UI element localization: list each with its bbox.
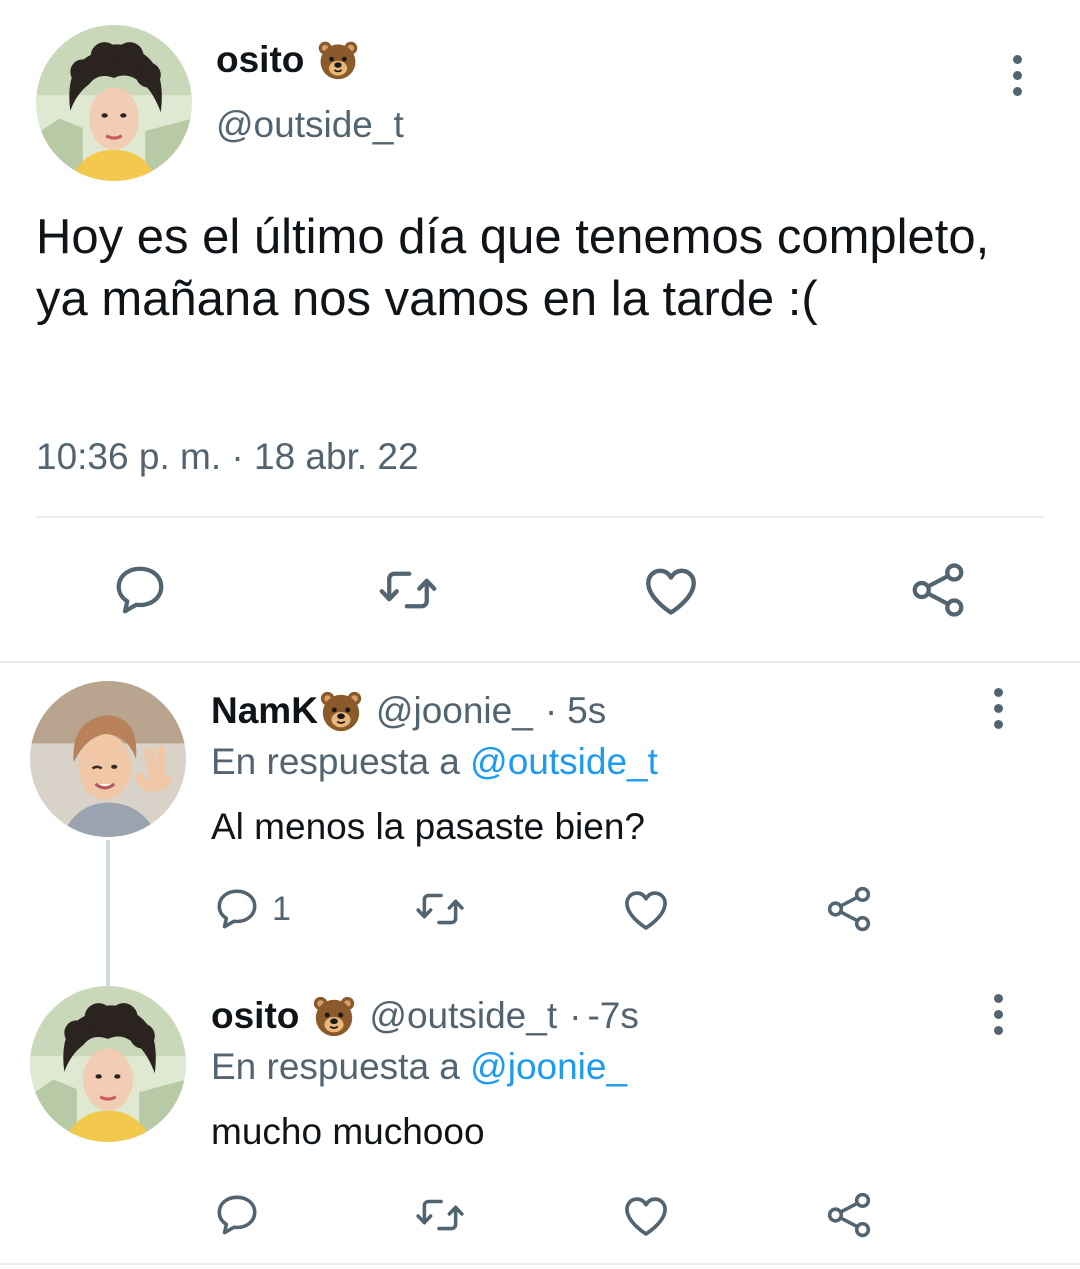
- divider: [0, 1263, 1080, 1265]
- user-handle[interactable]: @outside_t: [369, 995, 557, 1037]
- thread-connector: [106, 840, 110, 986]
- tweet-text: Al menos la pasaste bien?: [211, 806, 645, 847]
- share-icon: [908, 560, 968, 620]
- reply-count: 1: [272, 889, 291, 928]
- avatar[interactable]: [36, 25, 192, 181]
- tweet-timestamp[interactable]: 10:36 p. m. · 18 abr. 22: [36, 436, 419, 478]
- user-handle[interactable]: @outside_t: [216, 104, 404, 146]
- divider: [36, 516, 1044, 518]
- mention-link[interactable]: @outside_t: [470, 741, 658, 782]
- share-icon: [824, 884, 874, 934]
- reply-prefix: En respuesta a: [211, 741, 460, 782]
- like-icon: [620, 884, 672, 936]
- tweet-text: Hoy es el último día que tenemos complet…: [36, 210, 990, 326]
- tweet-time: 10:36 p. m.: [36, 436, 222, 477]
- like-button[interactable]: [640, 560, 702, 622]
- share-button[interactable]: [824, 884, 874, 934]
- like-button[interactable]: [620, 884, 672, 936]
- display-name[interactable]: NamK: [211, 690, 318, 732]
- meta-separator: ·: [544, 690, 558, 731]
- bear-face-emoji: [316, 38, 360, 82]
- meta-separator: ·: [569, 995, 582, 1036]
- reply-header: osito @outside_t · -7s: [211, 993, 639, 1039]
- reply-icon: [212, 1190, 262, 1240]
- share-button[interactable]: [908, 560, 968, 620]
- like-icon: [640, 560, 702, 622]
- divider: [0, 661, 1080, 663]
- share-button[interactable]: [824, 1190, 874, 1240]
- reply-context: En respuesta a @joonie_: [211, 1046, 627, 1088]
- share-icon: [824, 1190, 874, 1240]
- more-options-icon[interactable]: [978, 984, 1018, 1044]
- tweet-date: 18 abr. 22: [254, 436, 419, 477]
- retweet-button[interactable]: [412, 1190, 468, 1240]
- bear-face-emoji: [311, 993, 357, 1039]
- display-name-text: osito: [216, 39, 305, 80]
- reply-icon: [110, 560, 170, 620]
- mention-link[interactable]: @joonie_: [470, 1046, 627, 1087]
- retweet-icon: [412, 884, 468, 934]
- retweet-button[interactable]: [412, 884, 468, 934]
- reply-context: En respuesta a @outside_t: [211, 741, 658, 783]
- like-button[interactable]: [620, 1190, 672, 1242]
- reply-header: NamK @joonie_ · 5s: [211, 688, 606, 734]
- display-name[interactable]: osito: [211, 995, 299, 1037]
- more-options-icon[interactable]: [978, 678, 1018, 738]
- retweet-button[interactable]: [375, 560, 441, 620]
- tweet-text: mucho muchooo: [211, 1111, 485, 1152]
- avatar[interactable]: [30, 986, 186, 1142]
- display-name[interactable]: osito: [216, 38, 360, 82]
- more-options-icon[interactable]: [997, 45, 1037, 105]
- meta-separator: ·: [231, 436, 244, 477]
- reply-button[interactable]: [110, 560, 170, 620]
- reply-button[interactable]: 1: [212, 884, 291, 934]
- tweet-age[interactable]: -7s: [587, 995, 638, 1037]
- retweet-icon: [412, 1190, 468, 1240]
- reply-button[interactable]: [212, 1190, 272, 1240]
- like-icon: [620, 1190, 672, 1242]
- avatar[interactable]: [30, 681, 186, 837]
- retweet-icon: [375, 560, 441, 620]
- user-handle[interactable]: @joonie_: [376, 690, 533, 732]
- reply-prefix: En respuesta a: [211, 1046, 460, 1087]
- bear-face-emoji: [318, 688, 364, 734]
- tweet-age[interactable]: 5s: [567, 690, 606, 732]
- reply-icon: [212, 884, 262, 934]
